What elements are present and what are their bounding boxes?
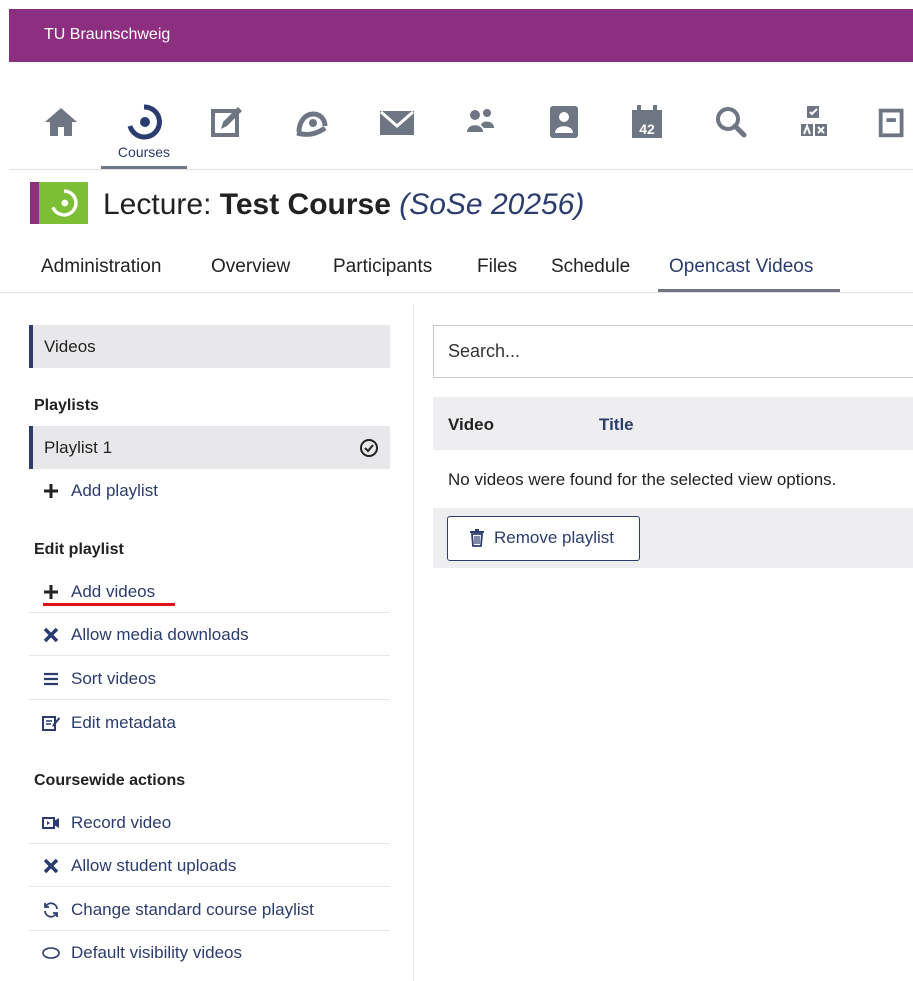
- refresh-icon: [41, 901, 61, 919]
- plus-icon: [41, 583, 61, 601]
- default-visibility-link[interactable]: Default visibility videos: [29, 931, 390, 974]
- tab-opencast-videos[interactable]: Opencast Videos: [669, 256, 813, 278]
- edit-metadata-label: Edit metadata: [71, 713, 176, 732]
- calendar-number: 42: [639, 121, 655, 137]
- sidebar-item-videos[interactable]: Videos: [29, 325, 390, 368]
- sort-videos-link[interactable]: Sort videos: [29, 657, 390, 700]
- record-video-link[interactable]: Record video: [29, 801, 390, 844]
- community-icon[interactable]: [289, 102, 333, 146]
- add-videos-label: Add videos: [71, 582, 156, 601]
- tab-overview[interactable]: Overview: [211, 256, 290, 278]
- empty-message: No videos were found for the selected vi…: [448, 470, 837, 489]
- mail-icon[interactable]: [375, 102, 419, 146]
- tab-administration[interactable]: Administration: [41, 256, 161, 278]
- close-icon: [41, 857, 61, 875]
- contact-icon[interactable]: [541, 102, 585, 146]
- search-input[interactable]: [446, 340, 890, 363]
- edit-icon[interactable]: [205, 102, 249, 146]
- main-navigation: 42 Courses: [9, 62, 913, 170]
- edit-metadata-link[interactable]: Edit metadata: [29, 701, 390, 744]
- close-icon: [41, 626, 61, 644]
- default-visibility-label: Default visibility videos: [71, 943, 243, 962]
- column-divider: [413, 305, 414, 981]
- tab-files[interactable]: Files: [477, 256, 517, 278]
- search-box[interactable]: [433, 325, 913, 378]
- add-playlist-label: Add playlist: [71, 481, 158, 500]
- change-standard-playlist-link[interactable]: Change standard course playlist: [29, 888, 390, 931]
- trash-icon: [470, 529, 484, 552]
- change-standard-playlist-label: Change standard course playlist: [71, 900, 314, 919]
- tab-participants[interactable]: Participants: [333, 256, 432, 278]
- sidebar-item-label: Playlist 1: [44, 438, 113, 457]
- allow-media-downloads-link[interactable]: Allow media downloads: [29, 613, 390, 656]
- table-footer: Remove playlist: [433, 508, 913, 568]
- calendar-icon[interactable]: 42: [625, 102, 669, 146]
- course-tabs: Administration Overview Participants Fil…: [0, 250, 913, 293]
- nav-courses-label[interactable]: Courses: [101, 144, 187, 160]
- course-type: Lecture:: [103, 188, 220, 221]
- nav-active-indicator: [101, 166, 187, 169]
- tab-active-indicator: [658, 289, 840, 292]
- edit-metadata-icon: [41, 714, 61, 732]
- course-logo-icon: [50, 189, 78, 217]
- highlight-underline: [43, 603, 175, 606]
- course-logo: [30, 182, 88, 224]
- course-name: Test Course: [219, 188, 391, 221]
- coursewide-actions-heading: Coursewide actions: [34, 772, 186, 789]
- search-icon[interactable]: [709, 102, 753, 146]
- list-icon: [41, 670, 61, 688]
- course-title: Lecture: Test Course (SoSe 20256): [103, 188, 584, 222]
- column-header-title[interactable]: Title: [599, 415, 634, 435]
- remove-playlist-button[interactable]: Remove playlist: [447, 516, 640, 561]
- home-icon[interactable]: [39, 102, 83, 146]
- add-videos-link[interactable]: Add videos: [29, 570, 390, 613]
- edit-playlist-heading: Edit playlist: [34, 541, 124, 558]
- remove-playlist-label: Remove playlist: [494, 528, 614, 547]
- courses-icon[interactable]: [122, 102, 166, 146]
- sidebar-item-playlist-1[interactable]: Playlist 1: [29, 426, 390, 469]
- table-header: Video Title: [433, 397, 913, 450]
- column-header-video: Video: [448, 415, 494, 434]
- sort-videos-label: Sort videos: [71, 669, 157, 688]
- tools-icon[interactable]: [791, 102, 835, 146]
- video-camera-icon: [41, 814, 61, 832]
- check-circle-icon: [360, 439, 378, 457]
- playlists-heading: Playlists: [34, 397, 99, 414]
- allow-student-uploads-label: Allow student uploads: [71, 856, 237, 875]
- visibility-icon: [41, 944, 61, 962]
- people-icon[interactable]: [458, 102, 502, 146]
- plus-icon: [41, 482, 61, 500]
- course-semester: (SoSe 20256): [399, 188, 585, 221]
- record-video-label: Record video: [71, 813, 172, 832]
- allow-student-uploads-link[interactable]: Allow student uploads: [29, 844, 390, 887]
- tab-schedule[interactable]: Schedule: [551, 256, 630, 278]
- top-bar: TU Braunschweig: [9, 9, 913, 62]
- add-playlist-link[interactable]: Add playlist: [29, 469, 390, 512]
- more-icon[interactable]: [875, 102, 913, 146]
- allow-media-downloads-label: Allow media downloads: [71, 625, 249, 644]
- brand-name: TU Braunschweig: [44, 26, 171, 43]
- sidebar-item-label: Videos: [44, 337, 96, 356]
